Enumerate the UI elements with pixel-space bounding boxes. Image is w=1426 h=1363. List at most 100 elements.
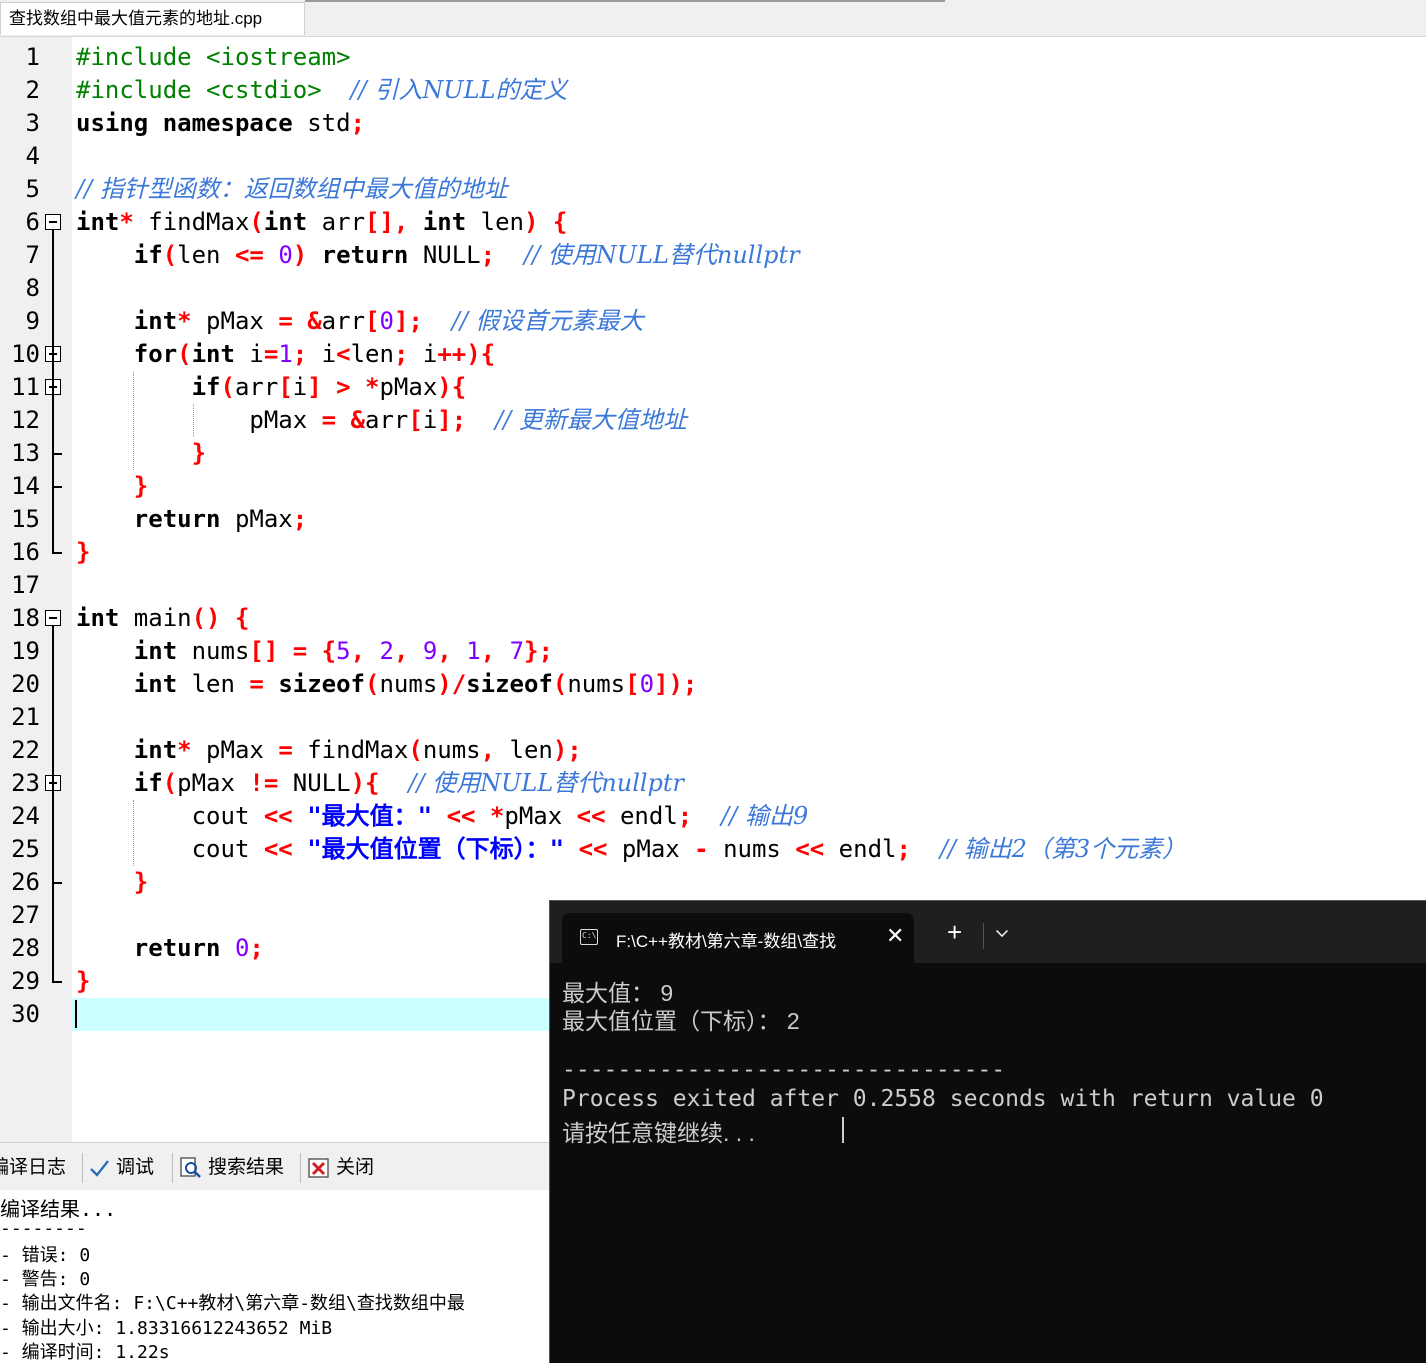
line-number: 3 — [25, 109, 40, 137]
code-token: * — [177, 307, 192, 335]
code-token: arr — [365, 406, 409, 434]
code-token: & — [350, 406, 365, 434]
tab-debug[interactable]: 调试 — [88, 1153, 154, 1183]
code-token: pMax — [191, 736, 279, 764]
line-number: 17 — [11, 571, 40, 599]
code-token: pMax — [76, 406, 322, 434]
fold-toggle-icon[interactable] — [45, 610, 61, 626]
indent-guide — [133, 800, 134, 866]
check-icon — [88, 1157, 110, 1179]
code-token: [], — [365, 208, 409, 236]
line-number: 16 — [11, 538, 40, 566]
tab-separator — [172, 1153, 173, 1183]
line-number: 5 — [25, 175, 40, 203]
code-text: int* pMax = findMax(nums, len); — [76, 734, 582, 767]
code-token: nums — [422, 736, 481, 764]
line-number: 12 — [11, 406, 40, 434]
tab-close[interactable]: 关闭 — [308, 1153, 374, 1183]
code-text: } — [76, 866, 148, 899]
line-number: 28 — [11, 934, 40, 962]
code-token: 1 — [466, 637, 481, 665]
code-token: 0 — [234, 934, 250, 962]
code-token: len — [177, 670, 250, 698]
code-token: ; — [480, 241, 496, 269]
code-token: 2 — [379, 637, 394, 665]
fold-end-mark — [52, 486, 62, 488]
code-line: 15 return pMax; — [0, 503, 1426, 536]
code-token: { — [321, 637, 337, 665]
code-line: 26 } — [0, 866, 1426, 899]
code-token: > — [336, 373, 351, 401]
code-token: nums — [567, 670, 626, 698]
fold-line — [52, 230, 54, 553]
editor-tab-file[interactable]: 查找数组中最大值元素的地址.cpp — [0, 2, 305, 35]
code-token: ){ — [350, 769, 380, 797]
fold-end-mark — [52, 453, 62, 455]
code-text: #include <cstdio> // 引入NULL的定义 — [76, 74, 567, 107]
editor-tab-title: 查找数组中最大值元素的地址.cpp — [9, 9, 263, 28]
console-tab[interactable]: F:\C++教材\第六章-数组\查找 ✕ — [562, 913, 914, 963]
console-line: 最大值位置（下标）： 2 — [562, 1008, 800, 1034]
code-token: [ — [625, 670, 640, 698]
code-token: NULL — [278, 769, 351, 797]
code-token: << — [578, 835, 608, 863]
console-window[interactable]: F:\C++教材\第六章-数组\查找 ✕ + 最大值： 9最大值位置（下标）： … — [549, 900, 1426, 1363]
chevron-down-icon[interactable] — [996, 925, 1008, 937]
code-token: ]; — [393, 307, 423, 335]
tab-compile-log[interactable]: 编译日志 — [0, 1153, 66, 1183]
code-token: ) — [292, 241, 308, 269]
code-token: cout — [76, 835, 264, 863]
close-tab-icon[interactable]: ✕ — [886, 923, 904, 949]
code-token: "最大值位置（下标）：" — [307, 835, 565, 863]
code-line: 10 for(int i=1; i<len; i++){ — [0, 338, 1426, 371]
code-token: ; — [249, 934, 264, 962]
tab-debug-label: 调试 — [116, 1157, 155, 1178]
line-number: 14 — [11, 472, 40, 500]
code-token: pMax — [220, 505, 293, 533]
code-token: 7 — [509, 637, 525, 665]
line-number: 19 — [11, 637, 40, 665]
new-tab-button[interactable]: + — [947, 919, 962, 945]
code-token: int — [133, 670, 178, 698]
code-token: i — [307, 340, 337, 368]
log-line: - 输出大小: 1.83316612243652 MiB — [0, 1318, 333, 1339]
code-token: = — [278, 736, 293, 764]
code-token: // 引入NULL的定义 — [350, 76, 568, 104]
code-token: 9 — [422, 637, 438, 665]
code-line: 8 — [0, 272, 1426, 305]
code-line: 3 using namespace std; — [0, 107, 1426, 140]
fold-toggle-icon[interactable] — [45, 214, 61, 230]
code-token: 0 — [639, 670, 655, 698]
search-icon — [180, 1157, 202, 1179]
line-number: 8 — [25, 274, 40, 302]
code-token: // 使用NULL替代nullptr — [408, 769, 685, 797]
code-token: ) — [523, 208, 539, 236]
code-token: << — [263, 835, 293, 863]
code-line: 20 int len = sizeof(nums)/sizeof(nums[0]… — [0, 668, 1426, 701]
code-line: 23 if(pMax != NULL){ // 使用NULL替代nullptr — [0, 767, 1426, 800]
console-title-bar: F:\C++教材\第六章-数组\查找 ✕ + — [550, 901, 1426, 963]
log-line: - 输出文件名: F:\C++教材\第六章-数组\查找数组中最 — [0, 1293, 465, 1314]
text-caret — [75, 1000, 77, 1028]
code-line: 2 #include <cstdio> // 引入NULL的定义 — [0, 74, 1426, 107]
code-token: ]; — [437, 406, 467, 434]
code-token: { — [234, 604, 250, 632]
code-token: ( — [408, 736, 423, 764]
tab-search-results[interactable]: 搜索结果 — [180, 1153, 284, 1183]
code-text: // 指针型函数：返回数组中最大值的地址 — [76, 173, 508, 206]
code-text: pMax = &arr[i]; // 更新最大值地址 — [76, 404, 687, 437]
code-token: << — [576, 802, 606, 830]
code-line: 11 if(arr[i] > *pMax){ — [0, 371, 1426, 404]
